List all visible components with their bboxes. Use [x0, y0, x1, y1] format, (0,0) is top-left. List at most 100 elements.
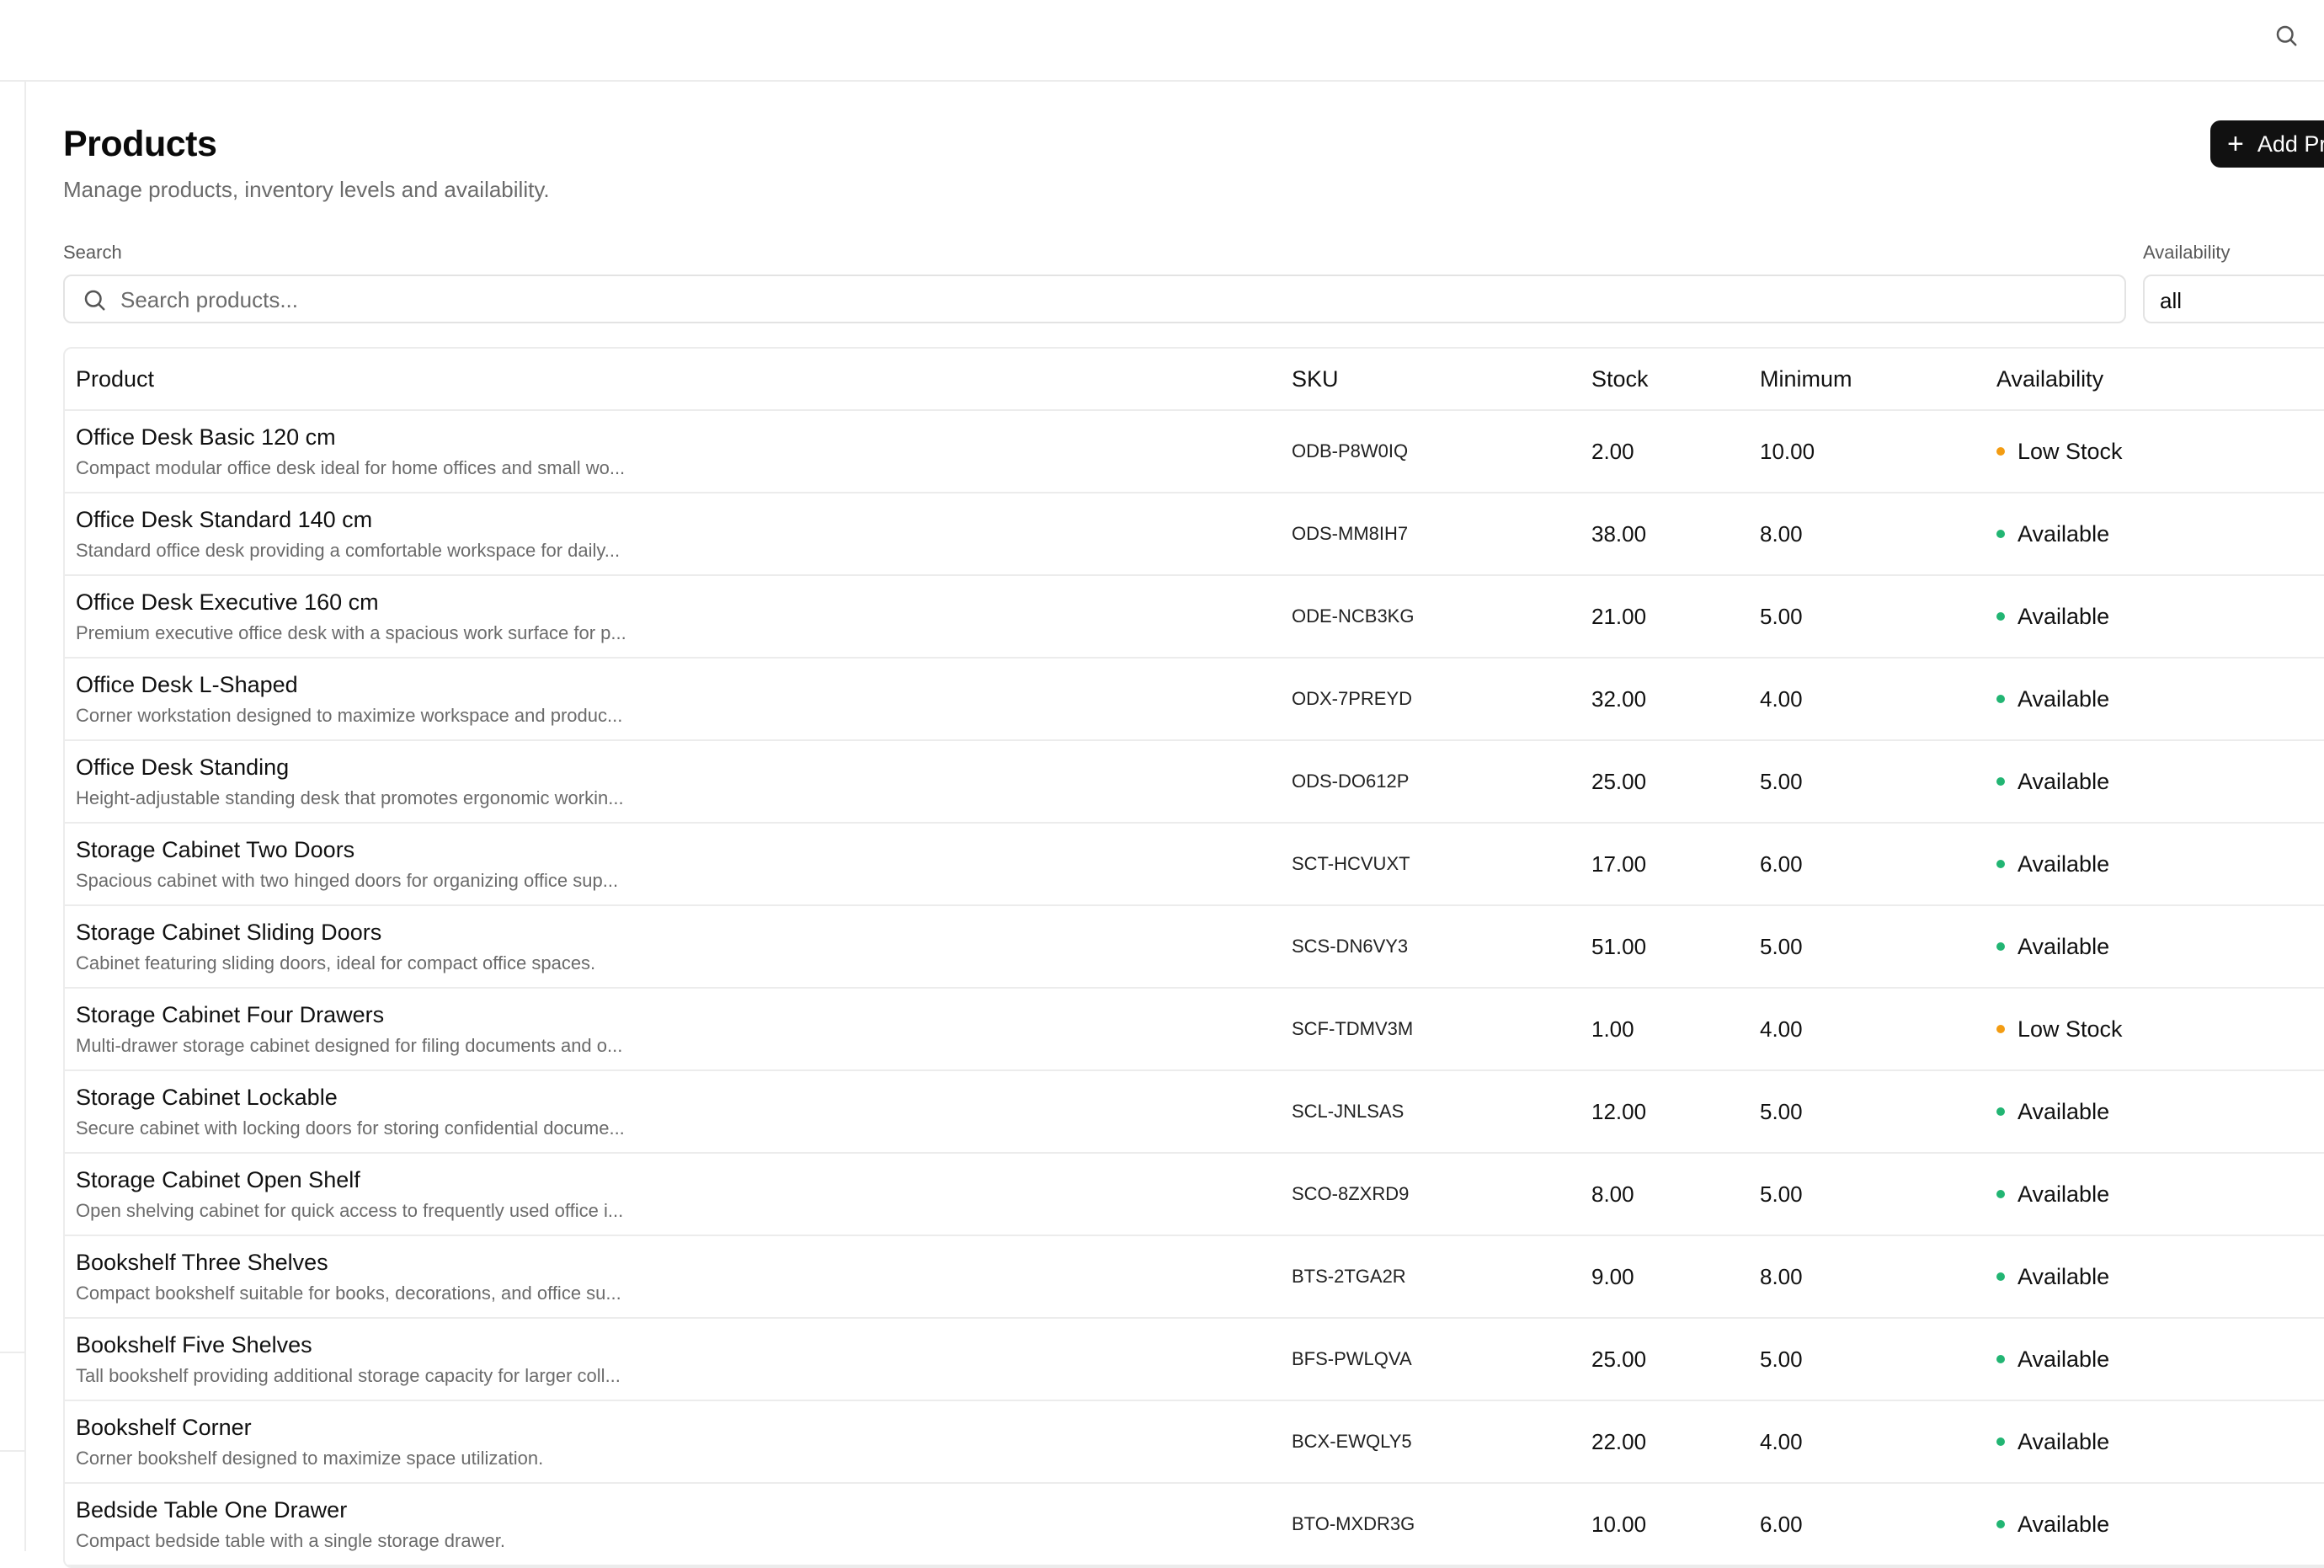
table-row[interactable]: Bedside Table One Drawer Compact bedside … — [65, 1483, 2324, 1566]
search-label: Search — [63, 242, 122, 263]
search-box[interactable] — [63, 275, 2126, 323]
table-row[interactable]: Office Desk Basic 120 cm Compact modular … — [65, 410, 2324, 493]
minimum-cell: 6.00 — [1749, 1483, 1986, 1566]
table-row[interactable]: Office Desk Executive 160 cm Premium exec… — [65, 575, 2324, 659]
status-label: Available — [2018, 1181, 2110, 1207]
availability-cell: Available — [1986, 905, 2324, 989]
status-dot-icon — [1996, 777, 2005, 786]
product-name[interactable]: Office Desk Standard 140 cm — [76, 507, 1281, 533]
availability-cell: Available — [1986, 740, 2324, 824]
sku-cell: ODE-NCB3KG — [1281, 575, 1580, 659]
sidebar-divider — [0, 1352, 24, 1353]
product-name[interactable]: Storage Cabinet Four Drawers — [76, 1002, 1281, 1028]
availability-cell: Available — [1986, 1400, 2324, 1484]
minimum-cell: 4.00 — [1749, 1400, 1986, 1484]
product-cell: Storage Cabinet Open Shelf Open shelving … — [65, 1153, 1281, 1236]
minimum-cell: 5.00 — [1749, 1070, 1986, 1154]
availability-cell: Available — [1986, 575, 2324, 659]
status-label: Available — [2018, 1263, 2110, 1289]
table-row[interactable]: Office Desk L-Shaped Corner workstation d… — [65, 658, 2324, 741]
status-badge: Available — [1996, 686, 2324, 712]
status-label: Available — [2018, 1098, 2110, 1124]
status-dot-icon — [1996, 860, 2005, 868]
product-description: Spacious cabinet with two hinged doors f… — [76, 869, 619, 891]
product-name[interactable]: Storage Cabinet Two Doors — [76, 837, 1281, 863]
minimum-cell: 5.00 — [1749, 575, 1986, 659]
stock-cell: 12.00 — [1580, 1070, 1749, 1154]
product-name[interactable]: Storage Cabinet Sliding Doors — [76, 920, 1281, 946]
status-dot-icon — [1996, 1190, 2005, 1198]
status-label: Available — [2018, 851, 2110, 877]
status-label: Available — [2018, 685, 2110, 712]
product-cell: Office Desk L-Shaped Corner workstation d… — [65, 658, 1281, 741]
sku-cell: ODB-P8W0IQ — [1281, 410, 1580, 493]
sku-cell: SCL-JNLSAS — [1281, 1070, 1580, 1154]
column-header-product[interactable]: Product — [65, 349, 1281, 411]
minimum-cell: 10.00 — [1749, 410, 1986, 493]
stock-cell: 10.00 — [1580, 1483, 1749, 1566]
search-input[interactable] — [119, 281, 2109, 318]
product-name[interactable]: Office Desk L-Shaped — [76, 672, 1281, 698]
table-row[interactable]: Office Desk Standard 140 cm Standard offi… — [65, 493, 2324, 576]
sku-cell: ODS-DO612P — [1281, 740, 1580, 824]
product-cell: Bookshelf Corner Corner bookshelf designe… — [65, 1400, 1281, 1484]
product-description: Compact bedside table with a single stor… — [76, 1529, 505, 1551]
availability-select[interactable]: all — [2143, 275, 2324, 323]
add-product-button[interactable]: + Add Pr — [2210, 120, 2324, 168]
page-title: Products — [63, 124, 217, 164]
availability-cell: Available — [1986, 1483, 2324, 1566]
availability-cell: Low Stock — [1986, 410, 2324, 493]
minimum-cell: 6.00 — [1749, 823, 1986, 906]
stock-cell: 1.00 — [1580, 988, 1749, 1071]
sidebar-divider — [0, 1450, 24, 1452]
table-row[interactable]: Storage Cabinet Sliding Doors Cabinet fea… — [65, 905, 2324, 989]
table-row[interactable]: Storage Cabinet Four Drawers Multi-drawer… — [65, 988, 2324, 1071]
column-header-minimum[interactable]: Minimum — [1749, 349, 1986, 411]
status-dot-icon — [1996, 1355, 2005, 1363]
stock-cell: 9.00 — [1580, 1235, 1749, 1319]
table-row[interactable]: Bookshelf Three Shelves Compact bookshelf… — [65, 1235, 2324, 1319]
status-label: Available — [2018, 520, 2110, 547]
product-cell: Storage Cabinet Lockable Secure cabinet w… — [65, 1070, 1281, 1154]
product-name[interactable]: Storage Cabinet Lockable — [76, 1085, 1281, 1111]
search-icon[interactable] — [2273, 23, 2299, 48]
product-name[interactable]: Office Desk Executive 160 cm — [76, 589, 1281, 616]
product-name[interactable]: Office Desk Basic 120 cm — [76, 424, 1281, 451]
status-badge: Available — [1996, 851, 2324, 877]
sku-cell: BCX-EWQLY5 — [1281, 1400, 1580, 1484]
status-badge: Available — [1996, 1181, 2324, 1208]
search-icon — [84, 290, 105, 311]
products-table: Product SKU Stock Minimum Availability O… — [63, 347, 2324, 1568]
status-dot-icon — [1996, 530, 2005, 538]
product-name[interactable]: Storage Cabinet Open Shelf — [76, 1167, 1281, 1193]
product-name[interactable]: Bedside Table One Drawer — [76, 1497, 1281, 1523]
status-dot-icon — [1996, 695, 2005, 703]
table-row[interactable]: Storage Cabinet Open Shelf Open shelving … — [65, 1153, 2324, 1236]
table-header-row: Product SKU Stock Minimum Availability — [65, 349, 2324, 411]
sku-cell: BTS-2TGA2R — [1281, 1235, 1580, 1319]
table-row[interactable]: Storage Cabinet Lockable Secure cabinet w… — [65, 1070, 2324, 1154]
stock-cell: 32.00 — [1580, 658, 1749, 741]
availability-cell: Available — [1986, 493, 2324, 576]
status-label: Available — [2018, 768, 2110, 794]
column-header-stock[interactable]: Stock — [1580, 349, 1749, 411]
table-row[interactable]: Bookshelf Corner Corner bookshelf designe… — [65, 1400, 2324, 1484]
minimum-cell: 5.00 — [1749, 905, 1986, 989]
stock-cell: 8.00 — [1580, 1153, 1749, 1236]
table-row[interactable]: Office Desk Standing Height-adjustable st… — [65, 740, 2324, 824]
product-name[interactable]: Office Desk Standing — [76, 755, 1281, 781]
sku-cell: ODS-MM8IH7 — [1281, 493, 1580, 576]
product-cell: Office Desk Basic 120 cm Compact modular … — [65, 410, 1281, 493]
status-badge: Available — [1996, 521, 2324, 547]
product-description: Tall bookshelf providing additional stor… — [76, 1364, 621, 1386]
table-row[interactable]: Bookshelf Five Shelves Tall bookshelf pro… — [65, 1318, 2324, 1401]
sku-cell: BFS-PWLQVA — [1281, 1318, 1580, 1401]
product-name[interactable]: Bookshelf Five Shelves — [76, 1332, 1281, 1358]
table-row[interactable]: Storage Cabinet Two Doors Spacious cabine… — [65, 823, 2324, 906]
column-header-sku[interactable]: SKU — [1281, 349, 1580, 411]
product-name[interactable]: Bookshelf Three Shelves — [76, 1250, 1281, 1276]
product-name[interactable]: Bookshelf Corner — [76, 1415, 1281, 1441]
column-header-availability[interactable]: Availability — [1986, 349, 2324, 411]
minimum-cell: 5.00 — [1749, 740, 1986, 824]
product-description: Compact bookshelf suitable for books, de… — [76, 1282, 621, 1304]
